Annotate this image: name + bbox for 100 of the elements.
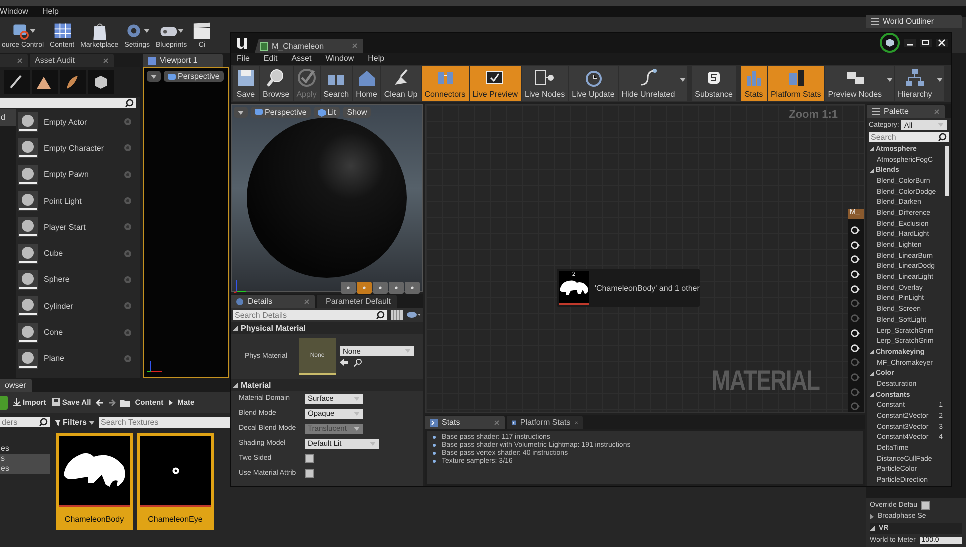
toolbar-button[interactable]: Search xyxy=(320,66,352,101)
place-item[interactable]: Empty Actor xyxy=(44,118,118,127)
panel-tab[interactable]: Stats xyxy=(425,416,505,429)
asset-tile[interactable]: ChameleonEye xyxy=(137,433,214,530)
category-tab[interactable]: d xyxy=(0,109,16,126)
place-item[interactable]: Sphere xyxy=(44,275,118,284)
toolbar-button[interactable]: Platform Stats xyxy=(768,66,824,101)
caret-icon xyxy=(405,349,411,353)
panel-tab[interactable]: Asset Audit xyxy=(30,54,114,67)
search-icon xyxy=(376,310,385,320)
folder-search-field[interactable]: ders xyxy=(0,417,50,427)
close-icon[interactable] xyxy=(936,39,948,47)
help-icon xyxy=(124,302,132,310)
bullet-icon xyxy=(433,460,436,463)
menu-item[interactable]: Help xyxy=(42,7,59,16)
toolbar-button[interactable]: Save xyxy=(233,66,259,101)
toolbar-button[interactable]: Hide Unrelated xyxy=(618,66,688,101)
viewport-tab[interactable]: Viewport 1 xyxy=(143,54,223,67)
panel-tab[interactable]: Parameter Default xyxy=(317,295,397,308)
preview-shape-button[interactable] xyxy=(357,282,372,294)
toolbar-button[interactable]: Connectors xyxy=(422,66,469,101)
place-item[interactable]: Plane xyxy=(44,354,118,364)
help-icon xyxy=(124,250,132,258)
collapse-arrow-icon[interactable] xyxy=(870,393,874,398)
place-item[interactable]: Cylinder xyxy=(44,302,118,311)
place-item[interactable]: Empty Character xyxy=(44,144,118,153)
preview-shape-button[interactable] xyxy=(405,282,420,294)
camera-icon xyxy=(255,108,263,116)
preview-shape-button[interactable] xyxy=(373,282,388,294)
folder-item[interactable]: es xyxy=(0,464,50,474)
menu-item[interactable]: Window xyxy=(326,54,354,64)
asset-tile[interactable]: ChameleonBody xyxy=(56,433,133,530)
maximize-icon[interactable] xyxy=(920,39,932,47)
place-item[interactable]: Empty Pawn xyxy=(44,170,118,180)
clapper-icon xyxy=(193,22,212,40)
use-selected-arrow-icon[interactable] xyxy=(340,359,348,366)
viewport-button[interactable]: Lit xyxy=(314,107,340,118)
minimize-icon[interactable] xyxy=(904,39,916,47)
collapse-arrow-icon[interactable] xyxy=(870,168,874,173)
collapse-arrow-icon[interactable] xyxy=(233,382,238,388)
view-options-button[interactable] xyxy=(234,107,248,118)
preview-shape-button[interactable] xyxy=(389,282,404,294)
eye-icon[interactable] xyxy=(407,311,421,319)
checkbox[interactable] xyxy=(921,501,930,510)
toolbar-button[interactable]: Live Preview xyxy=(470,66,522,101)
curve-icon xyxy=(638,68,658,88)
preview-viewport[interactable]: Perspective Lit Show xyxy=(231,104,423,292)
folder-item[interactable]: es xyxy=(0,444,50,454)
palette-icon xyxy=(872,108,880,116)
back-arrow-icon[interactable] xyxy=(96,398,104,406)
toolbar-button[interactable]: Hierarchy xyxy=(895,66,944,101)
viewport-button[interactable]: Show xyxy=(343,107,372,118)
search-field[interactable]: Search Details xyxy=(233,310,387,320)
filters-button[interactable]: Filters xyxy=(54,418,96,427)
toolbar-button[interactable]: Home xyxy=(353,66,380,101)
panel-tab[interactable] xyxy=(0,54,28,67)
panel-tab[interactable]: Platform Stats xyxy=(507,416,583,429)
place-item[interactable]: Cone xyxy=(44,328,118,338)
toolbar-button[interactable]: Clean Up xyxy=(381,66,421,101)
toolbar-button[interactable]: Preview Nodes xyxy=(825,66,894,101)
toolbar-button[interactable]: Live Nodes xyxy=(522,66,568,101)
panel-tab[interactable]: Details xyxy=(231,295,315,308)
caret-icon xyxy=(887,78,894,82)
menu-item[interactable]: Edit xyxy=(264,54,278,64)
checkbox[interactable] xyxy=(305,469,314,478)
menu-item[interactable]: Help xyxy=(368,54,385,64)
menu-item[interactable]: Window xyxy=(0,7,28,16)
folder-item[interactable]: s xyxy=(0,454,50,464)
browse-icon[interactable] xyxy=(354,359,362,367)
bullet-icon xyxy=(433,444,436,447)
menu-item[interactable]: Asset xyxy=(292,54,312,64)
node-label: 'ChameleonBody' and 1 other xyxy=(595,284,700,292)
collapse-arrow-icon[interactable] xyxy=(870,147,874,152)
place-item[interactable]: Point Light xyxy=(44,196,118,206)
place-item[interactable]: Cube xyxy=(44,249,118,258)
toolbar-button[interactable]: Substance xyxy=(692,66,736,101)
place-item[interactable]: Player Start xyxy=(44,222,118,232)
preview-shape-button[interactable] xyxy=(341,282,356,294)
perspective-button[interactable]: Perspective xyxy=(164,71,224,82)
device-icon xyxy=(786,68,806,88)
browser-tab[interactable]: owser xyxy=(0,379,32,392)
menu-item[interactable]: File xyxy=(237,54,250,64)
search-field[interactable]: Search xyxy=(869,132,949,142)
add-new-button[interactable] xyxy=(0,396,8,410)
view-options-button[interactable] xyxy=(147,71,161,82)
collapse-arrow-icon[interactable] xyxy=(870,350,874,354)
panel-tab[interactable]: World Outliner xyxy=(866,15,962,28)
collapse-arrow-icon[interactable] xyxy=(870,372,874,376)
checkbox[interactable] xyxy=(305,454,314,463)
collapse-arrow-icon[interactable] xyxy=(233,326,238,330)
scrollbar-thumb[interactable] xyxy=(945,146,949,196)
forward-arrow-icon[interactable] xyxy=(108,398,116,406)
viewport-button[interactable]: Perspective xyxy=(251,107,311,118)
bullet-icon xyxy=(433,436,436,439)
toolbar-button[interactable]: Browse xyxy=(260,66,293,101)
toolbar-button[interactable]: Live Update xyxy=(569,66,618,101)
search-field[interactable] xyxy=(0,98,136,108)
toolbar-button[interactable]: Stats xyxy=(740,66,767,101)
panel-tab[interactable]: Palette xyxy=(867,105,945,118)
document-tab[interactable]: M_Chameleon xyxy=(255,39,363,53)
